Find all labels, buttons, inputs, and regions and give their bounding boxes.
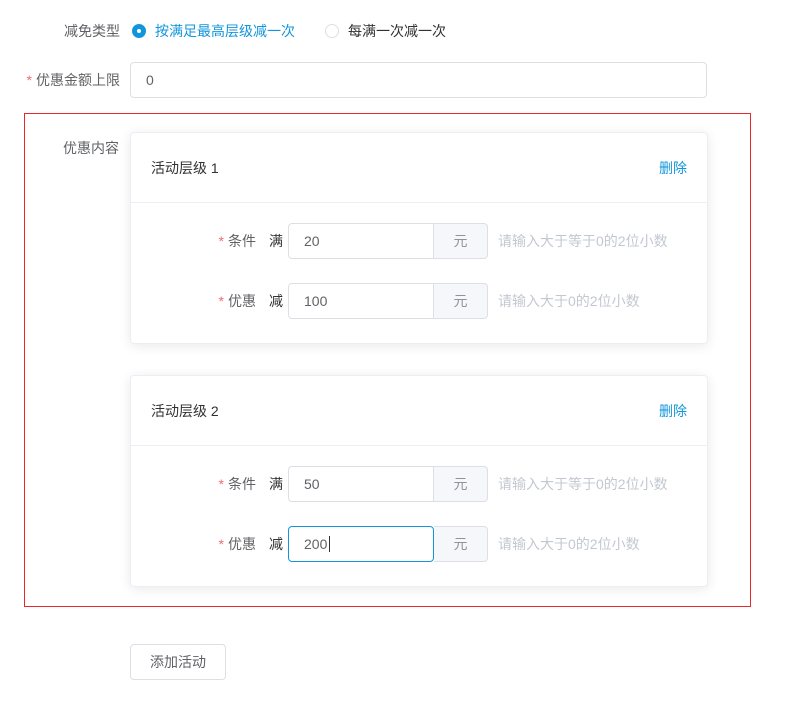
discount-label-text: 优惠 [228, 536, 256, 552]
condition-value: 50 [304, 476, 320, 492]
unit-append: 元 [434, 223, 488, 259]
tier-title: 活动层级 1 [151, 158, 219, 178]
condition-label-text: 条件 [228, 476, 256, 492]
discount-label: *优惠 [151, 291, 256, 311]
discount-cap-value: 0 [146, 72, 154, 88]
tier-card-header: 活动层级 1 删除 [131, 133, 707, 203]
condition-prefix: 满 [269, 474, 283, 494]
discount-label: *优惠 [151, 534, 256, 554]
discount-prefix: 减 [269, 291, 283, 311]
radio-option-every-time[interactable]: 每满一次减一次 [325, 21, 446, 41]
discount-content-section: 优惠内容 活动层级 1 删除 *条件 满 20 元 请输入大于等于0的2位小数 [24, 113, 751, 607]
reduction-type-row: 减免类型 按满足最高层级减一次 每满一次减一次 [0, 0, 812, 41]
condition-input[interactable]: 20 [288, 223, 434, 259]
condition-prefix: 满 [269, 231, 283, 251]
tier-card-body: *条件 满 20 元 请输入大于等于0的2位小数 *优惠 减 100 元 请输入… [131, 203, 707, 343]
tier-card-2: 活动层级 2 删除 *条件 满 50 元 请输入大于等于0的2位小数 *优惠 减 [130, 375, 708, 587]
reduction-type-radio-group: 按满足最高层级减一次 每满一次减一次 [132, 21, 446, 41]
reduction-type-label: 减免类型 [0, 21, 120, 41]
condition-input[interactable]: 50 [288, 466, 434, 502]
add-activity-button[interactable]: 添加活动 [130, 644, 226, 680]
condition-hint: 请输入大于等于0的2位小数 [498, 231, 668, 251]
required-asterisk: * [219, 476, 224, 492]
tier-card-1: 活动层级 1 删除 *条件 满 20 元 请输入大于等于0的2位小数 *优惠 减 [130, 132, 708, 344]
condition-value: 20 [304, 233, 320, 249]
discount-cap-row: *优惠金额上限 0 [0, 62, 812, 98]
required-asterisk: * [27, 72, 32, 88]
condition-row: *条件 满 50 元 请输入大于等于0的2位小数 [151, 466, 687, 502]
tier-card-header: 活动层级 2 删除 [131, 376, 707, 446]
tier-card-body: *条件 满 50 元 请输入大于等于0的2位小数 *优惠 减 200 元 请输入… [131, 446, 707, 586]
unit-append: 元 [434, 466, 488, 502]
discount-input-focused[interactable]: 200 [288, 526, 434, 562]
discount-input[interactable]: 100 [288, 283, 434, 319]
radio-option-label[interactable]: 每满一次减一次 [348, 21, 446, 41]
discount-cap-input[interactable]: 0 [130, 62, 707, 98]
condition-row: *条件 满 20 元 请输入大于等于0的2位小数 [151, 223, 687, 259]
delete-tier-link[interactable]: 删除 [659, 401, 687, 421]
radio-option-label[interactable]: 按满足最高层级减一次 [155, 21, 295, 41]
discount-cap-label-text: 优惠金额上限 [36, 72, 120, 88]
tier-cards: 活动层级 1 删除 *条件 满 20 元 请输入大于等于0的2位小数 *优惠 减 [130, 132, 708, 587]
discount-hint: 请输入大于0的2位小数 [498, 291, 640, 311]
discount-value: 200 [304, 536, 327, 552]
radio-unselected-icon[interactable] [325, 24, 339, 38]
required-asterisk: * [219, 536, 224, 552]
discount-hint: 请输入大于0的2位小数 [498, 534, 640, 554]
radio-option-highest-tier[interactable]: 按满足最高层级减一次 [132, 21, 295, 41]
unit-append: 元 [434, 283, 488, 319]
delete-tier-link[interactable]: 删除 [659, 158, 687, 178]
condition-label-text: 条件 [228, 233, 256, 249]
discount-cap-label: *优惠金额上限 [0, 70, 120, 90]
discount-content-label: 优惠内容 [25, 138, 119, 158]
discount-prefix: 减 [269, 534, 283, 554]
discount-row: *优惠 减 100 元 请输入大于0的2位小数 [151, 283, 687, 319]
required-asterisk: * [219, 293, 224, 309]
tier-title: 活动层级 2 [151, 401, 219, 421]
radio-selected-icon[interactable] [132, 24, 146, 38]
discount-row: *优惠 减 200 元 请输入大于0的2位小数 [151, 526, 687, 562]
discount-label-text: 优惠 [228, 293, 256, 309]
unit-append: 元 [434, 526, 488, 562]
condition-label: *条件 [151, 231, 256, 251]
condition-hint: 请输入大于等于0的2位小数 [498, 474, 668, 494]
discount-value: 100 [304, 293, 327, 309]
condition-label: *条件 [151, 474, 256, 494]
text-cursor [329, 536, 330, 552]
required-asterisk: * [219, 233, 224, 249]
